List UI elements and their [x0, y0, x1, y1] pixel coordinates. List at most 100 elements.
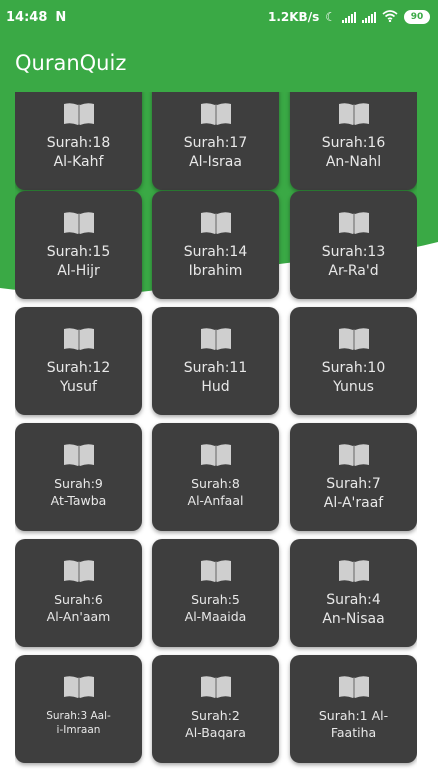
surah-name-label: Yusuf: [60, 379, 97, 395]
surah-card[interactable]: Surah:14 Ibrahim: [152, 191, 279, 299]
surah-card[interactable]: Surah:4 An-Nisaa: [290, 539, 417, 647]
battery-icon: 90: [404, 10, 430, 24]
book-icon: [200, 443, 232, 467]
book-icon: [200, 559, 232, 583]
surah-number-label: Surah:1 Al-: [318, 708, 389, 723]
surah-name-label: Al-Anfaal: [187, 493, 244, 508]
surah-number-label: Surah:7: [326, 476, 381, 492]
book-icon: [338, 675, 370, 699]
book-icon: [63, 327, 95, 351]
surah-card-label: Surah:9 At-Tawba: [45, 475, 113, 509]
surah-card[interactable]: Surah:8 Al-Anfaal: [152, 423, 279, 531]
book-icon: [338, 327, 370, 351]
surah-name-label: Ibrahim: [188, 263, 243, 279]
book-icon: [338, 102, 370, 126]
surah-number-label: Surah:14: [183, 244, 248, 260]
surah-number-label: Surah:18: [46, 135, 111, 151]
surah-number-label: Surah:8: [191, 476, 240, 491]
surah-number-label: Surah:12: [46, 360, 111, 376]
surah-card[interactable]: Surah:12 Yusuf: [15, 307, 142, 415]
surah-card[interactable]: Surah:9 At-Tawba: [15, 423, 142, 531]
surah-card-label: Surah:11 Hud: [178, 359, 254, 397]
surah-card-label: Surah:8 Al-Anfaal: [182, 475, 250, 509]
surah-card[interactable]: Surah:11 Hud: [152, 307, 279, 415]
surah-name-label: Al-Kahf: [53, 154, 104, 170]
network-speed: 1.2KB/s: [268, 10, 320, 24]
surah-number-label: Surah:13: [321, 244, 386, 260]
surah-number-label: Surah:5: [191, 592, 240, 607]
app-bar: QuranQuiz: [0, 34, 438, 92]
surah-number-label: Surah:2: [191, 708, 240, 723]
surah-card-label: Surah:15 Al-Hijr: [41, 243, 117, 281]
status-time: 14:48: [6, 9, 48, 25]
signal-icon-2: [362, 11, 376, 23]
surah-number-label: Surah:11: [183, 360, 248, 376]
book-icon: [63, 102, 95, 126]
signal-icon-1: [342, 11, 356, 23]
surah-card-label: Surah:3 Aal-i-Imraan: [40, 709, 117, 737]
surah-card-label: Surah:10 Yunus: [316, 359, 392, 397]
surah-name-label: At-Tawba: [50, 493, 107, 508]
surah-card-label: Surah:13 Ar-Ra'd: [316, 243, 392, 281]
surah-name-label: Yunus: [333, 379, 374, 395]
book-icon: [63, 675, 95, 699]
surah-card[interactable]: Surah:5 Al-Maaida: [152, 539, 279, 647]
surah-grid: Surah:18 Al-Kahf Surah:17 Al-Israa Surah:16 A…: [15, 92, 417, 775]
surah-card[interactable]: Surah:13 Ar-Ra'd: [290, 191, 417, 299]
wifi-icon: [382, 9, 398, 25]
book-icon: [200, 102, 232, 126]
surah-card[interactable]: Surah:1 Al- Faatiha: [290, 655, 417, 763]
surah-number-label: Surah:3 Aal-: [46, 710, 111, 722]
surah-name-label: An-Nisaa: [322, 611, 385, 627]
surah-number-label: Surah:10: [321, 360, 386, 376]
surah-card[interactable]: Surah:2 Al-Baqara: [152, 655, 279, 763]
book-icon: [338, 559, 370, 583]
book-icon: [200, 211, 232, 235]
surah-card-label: Surah:2 Al-Baqara: [179, 707, 252, 741]
book-icon: [63, 559, 95, 583]
book-icon: [338, 211, 370, 235]
book-icon: [200, 675, 232, 699]
book-icon: [63, 443, 95, 467]
surah-card-label: Surah:5 Al-Maaida: [179, 591, 253, 625]
surah-name-label: Ar-Ra'd: [328, 263, 379, 279]
surah-name-label: i-Imraan: [56, 724, 101, 736]
surah-card[interactable]: Surah:3 Aal-i-Imraan: [15, 655, 142, 763]
surah-card-label: Surah:6 Al-An'aam: [41, 591, 117, 625]
surah-number-label: Surah:17: [183, 135, 248, 151]
surah-card[interactable]: Surah:6 Al-An'aam: [15, 539, 142, 647]
surah-name-label: Al-Hijr: [57, 263, 100, 279]
surah-name-label: Hud: [201, 379, 230, 395]
surah-card[interactable]: Surah:10 Yunus: [290, 307, 417, 415]
surah-number-label: Surah:16: [321, 135, 386, 151]
app-title: QuranQuiz: [15, 51, 127, 75]
surah-card-label: Surah:17 Al-Israa: [178, 134, 254, 172]
surah-name-label: Faatiha: [330, 725, 377, 740]
surah-number-label: Surah:6: [54, 592, 103, 607]
surah-name-label: Al-Baqara: [185, 725, 246, 740]
surah-number-label: Surah:4: [326, 592, 381, 608]
status-bar: 14:48 N 1.2KB/s ☾ 90: [0, 0, 438, 34]
book-icon: [63, 211, 95, 235]
surah-card[interactable]: Surah:7 Al-A'raaf: [290, 423, 417, 531]
surah-name-label: Al-A'raaf: [323, 495, 384, 511]
surah-card[interactable]: Surah:16 An-Nahl: [290, 92, 417, 190]
surah-name-label: Al-Israa: [189, 154, 242, 170]
surah-number-label: Surah:9: [54, 476, 103, 491]
do-not-disturb-moon-icon: ☾: [325, 10, 336, 24]
n-notification-icon: N: [55, 9, 67, 25]
book-icon: [338, 443, 370, 467]
surah-card-label: Surah:7 Al-A'raaf: [318, 475, 389, 513]
surah-card-label: Surah:12 Yusuf: [41, 359, 117, 397]
surah-card[interactable]: Surah:18 Al-Kahf: [15, 92, 142, 190]
surah-card-label: Surah:18 Al-Kahf: [41, 134, 117, 172]
book-icon: [200, 327, 232, 351]
surah-name-label: Al-An'aam: [46, 609, 111, 624]
surah-card-label: Surah:14 Ibrahim: [178, 243, 254, 281]
surah-card[interactable]: Surah:17 Al-Israa: [152, 92, 279, 190]
surah-card-label: Surah:1 Al- Faatiha: [313, 707, 394, 741]
surah-name-label: Al-Maaida: [184, 609, 247, 624]
surah-name-label: An-Nahl: [325, 154, 382, 170]
surah-card[interactable]: Surah:15 Al-Hijr: [15, 191, 142, 299]
surah-number-label: Surah:15: [46, 244, 111, 260]
